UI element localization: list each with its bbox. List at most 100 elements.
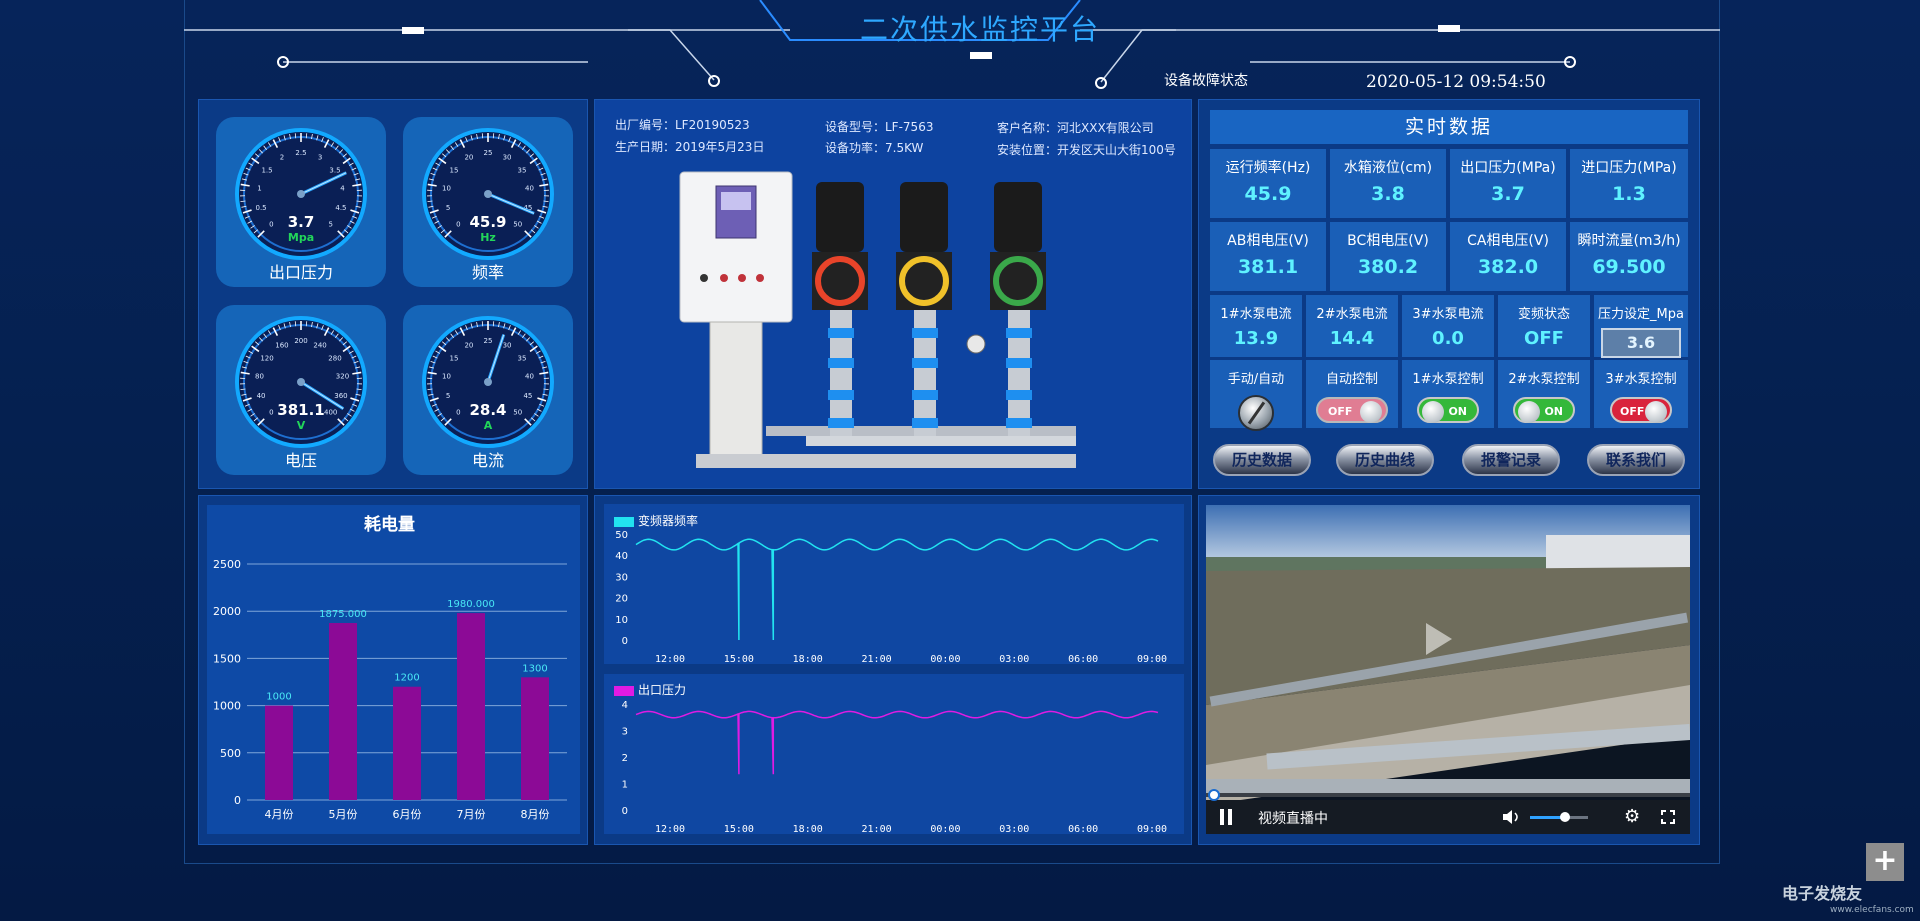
pump1-control-toggle[interactable]: ON — [1417, 397, 1479, 423]
pause-icon[interactable] — [1220, 809, 1224, 825]
x-tick-label: 15:00 — [724, 824, 754, 834]
data-label: 1300 — [522, 663, 547, 674]
rt-value: 382.0 — [1477, 256, 1539, 278]
x-tick-label: 03:00 — [999, 824, 1029, 834]
gauge-value: 381.1 — [277, 401, 325, 419]
gauge-value: 45.9 — [469, 213, 507, 231]
rt-label: 水箱液位(cm) — [1343, 160, 1433, 176]
gauge-hub — [297, 378, 305, 386]
rt-cell: 手动/自动 — [1210, 360, 1302, 431]
pressure-setpoint-input[interactable]: 3.6 — [1601, 328, 1681, 358]
x-tick-label: 21:00 — [862, 654, 892, 664]
rt-cell: 压力设定_Mpa 3.6 — [1594, 295, 1688, 358]
gauge-value: 3.7 — [287, 213, 315, 231]
gauge-frequency: 0 5 10 15 20 25 30 35 40 45 50 45.9 Hz 频率 — [403, 117, 573, 287]
x-tick-label: 21:00 — [862, 824, 892, 834]
gauge-tick-label: 40 — [525, 184, 534, 192]
y-tick-label: 4 — [622, 700, 628, 711]
rt-cell: 自动控制 OFF — [1306, 360, 1398, 428]
pause-icon[interactable] — [1228, 809, 1232, 825]
watermark-url: www.elecfans.com — [1830, 905, 1914, 915]
install-location: 安装位置：开发区天山大街100号 — [997, 143, 1176, 157]
y-tick-label: 1000 — [213, 700, 241, 713]
rt-cell: CA相电压(V) 382.0 — [1450, 222, 1566, 291]
settings-gear-icon[interactable]: ⚙ — [1624, 806, 1640, 827]
data-label: 1875.000 — [319, 609, 367, 620]
device-model: 设备型号：LF-7563 — [825, 120, 934, 134]
y-tick-label: 500 — [220, 747, 241, 760]
volume-icon[interactable] — [1502, 809, 1520, 825]
gauge-tick-label: 360 — [334, 392, 347, 400]
rt-value: 69.500 — [1592, 256, 1666, 278]
x-tick-label: 5月份 — [329, 808, 358, 821]
gauge-tick-label: 5 — [446, 392, 450, 400]
y-tick-label: 10 — [615, 615, 628, 626]
gauge-outlet-pressure: 0 0.5 1 1.5 2 2.5 3 3.5 4 4.5 5 3.7 Mpa 出口压力 — [216, 117, 386, 287]
gauge-value: 28.4 — [469, 401, 507, 419]
gauge-label: 出口压力 — [268, 263, 333, 282]
rt-label: 手动/自动 — [1227, 372, 1285, 387]
gauge-tick-label: 4 — [340, 184, 345, 192]
video-progress-handle[interactable] — [1208, 789, 1220, 801]
y-tick-label: 2000 — [213, 605, 241, 618]
history-data-button[interactable]: 历史数据 — [1213, 444, 1311, 476]
rt-cell: 出口压力(MPa) 3.7 — [1450, 149, 1566, 218]
rt-cell: 1#水泵控制 ON — [1402, 360, 1494, 428]
auto-control-toggle[interactable]: OFF — [1316, 397, 1388, 423]
fullscreen-icon[interactable] — [1661, 810, 1675, 824]
y-tick-label: 3 — [622, 727, 628, 738]
gauge-tick-label: 15 — [450, 354, 459, 362]
x-tick-label: 6月份 — [393, 808, 422, 821]
y-tick-label: 20 — [615, 594, 628, 605]
gauge-hub — [484, 378, 492, 386]
x-tick-label: 4月份 — [265, 808, 294, 821]
y-tick-label: 2500 — [213, 558, 241, 571]
add-widget-button[interactable]: + — [1866, 843, 1904, 881]
fault-status-label[interactable]: 设备故障状态 — [1164, 70, 1248, 90]
video-status: 视频直播中 — [1258, 811, 1328, 827]
rt-label: 出口压力(MPa) — [1460, 160, 1556, 176]
rt-cell: 2#水泵电流 14.4 — [1306, 295, 1398, 357]
mode-knob[interactable] — [1238, 395, 1274, 431]
x-tick-label: 03:00 — [999, 654, 1029, 664]
pump2-control-toggle[interactable]: ON — [1513, 397, 1575, 423]
pump3-control-toggle[interactable]: OFF — [1610, 397, 1672, 423]
rt-cell: AB相电压(V) 381.1 — [1210, 222, 1326, 291]
y-tick-label: 0 — [622, 636, 628, 647]
rt-label: 变频状态 — [1517, 307, 1570, 322]
gauge-voltage: 0 40 80 120 160 200 240 280 320 360 400 381.1 V 电压 — [216, 305, 386, 475]
gauge-label: 频率 — [471, 263, 504, 282]
gauge-tick-label: 30 — [503, 342, 512, 350]
volume-slider-handle[interactable] — [1559, 812, 1570, 822]
gauge-tick-label: 240 — [313, 342, 326, 350]
video-player[interactable] — [1206, 505, 1690, 834]
toggle-knob — [1422, 401, 1444, 423]
gauge-tick-label: 1.5 — [261, 166, 272, 174]
toggle-state: ON — [1448, 405, 1467, 418]
rt-value: 3.7 — [1491, 183, 1525, 205]
rt-cell: 水箱液位(cm) 3.8 — [1330, 149, 1446, 218]
x-tick-label: 18:00 — [793, 654, 823, 664]
gauge-hub — [484, 190, 492, 198]
rt-label: 1#水泵电流 — [1220, 307, 1292, 322]
x-tick-label: 12:00 — [655, 654, 685, 664]
video-progress-track[interactable] — [1206, 793, 1690, 797]
rt-label: 自动控制 — [1325, 372, 1378, 387]
y-tick-label: 50 — [615, 530, 628, 541]
gauge-tick-label: 30 — [503, 154, 512, 162]
rt-cell: 3#水泵电流 0.0 — [1402, 295, 1494, 357]
alarm-record-button[interactable]: 报警记录 — [1462, 444, 1560, 476]
gauge-hub — [297, 190, 305, 198]
x-tick-label: 12:00 — [655, 824, 685, 834]
toggle-state: OFF — [1620, 405, 1645, 418]
rt-value: 13.9 — [1233, 328, 1279, 349]
gauge-tick-label: 15 — [450, 166, 459, 174]
y-tick-label: 1 — [622, 780, 628, 791]
rt-label: 3#水泵控制 — [1605, 372, 1677, 387]
gauge-tick-label: 1 — [257, 184, 261, 192]
gauge-unit: Hz — [480, 231, 496, 244]
contact-us-button[interactable]: 联系我们 — [1587, 444, 1685, 476]
toggle-knob — [1360, 401, 1382, 423]
history-curve-button[interactable]: 历史曲线 — [1336, 444, 1434, 476]
rt-label: CA相电压(V) — [1467, 233, 1549, 249]
